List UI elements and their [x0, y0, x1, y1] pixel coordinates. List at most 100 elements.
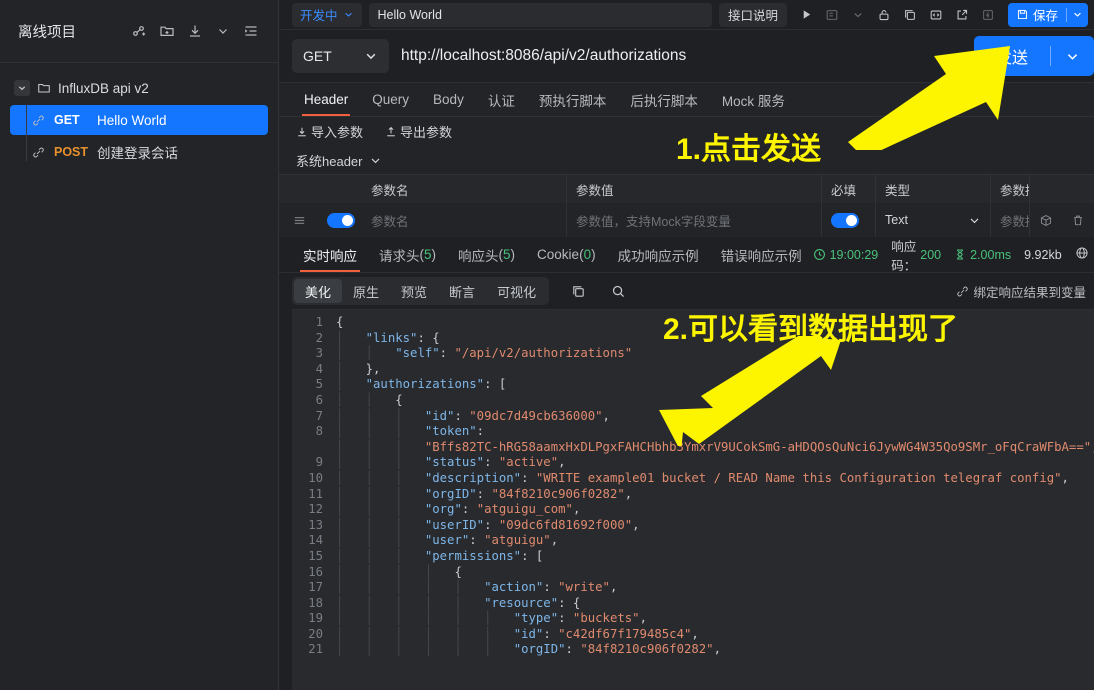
column-header-name: 参数名 — [362, 175, 567, 203]
response-tab-error-example[interactable]: 错误响应示例 — [710, 237, 813, 272]
request-name-input[interactable]: Hello World — [368, 2, 712, 27]
import-icon[interactable] — [182, 18, 208, 44]
case-icon[interactable] — [820, 3, 845, 27]
lightning-icon[interactable] — [976, 3, 1001, 27]
send-dropdown-toggle[interactable] — [1051, 36, 1094, 76]
hourglass-icon — [957, 249, 964, 260]
tab-body[interactable]: Body — [421, 83, 476, 116]
code-line: │ "authorizations": [ — [336, 377, 507, 392]
export-params-button[interactable]: 导出参数 — [385, 122, 452, 141]
code-line: │ │ │ "description": "WRITE example01 bu… — [336, 470, 1069, 485]
url-input[interactable]: http://localhost:8086/api/v2/authorizati… — [389, 39, 968, 73]
column-header-spacer-2 — [1062, 175, 1094, 203]
drag-handle[interactable] — [279, 203, 319, 237]
tab-header[interactable]: Header — [292, 83, 360, 116]
chevron-down-icon[interactable] — [14, 80, 30, 96]
code-line: │ │ │ │ │ "action": "write", — [336, 580, 618, 595]
format-button-visualize[interactable]: 可视化 — [486, 279, 547, 303]
response-tab-response-headers[interactable]: 响应头(5) — [447, 237, 526, 272]
response-duration-value: 2.00ms — [970, 247, 1012, 262]
response-tab-request-headers[interactable]: 请求头(5) — [368, 237, 447, 272]
import-params-button[interactable]: 导入参数 — [296, 122, 363, 141]
save-button-label: 保存 — [1032, 9, 1058, 23]
response-body-code[interactable]: {│ "links": {│ │ "self": "/api/v2/author… — [332, 310, 1094, 690]
response-tab-success-example[interactable]: 成功响应示例 — [607, 237, 710, 272]
column-header-required: 必填 — [822, 175, 876, 203]
save-button[interactable]: 保存 — [1007, 2, 1088, 27]
globe-icon[interactable] — [1075, 246, 1089, 263]
response-tab-realtime[interactable]: 实时响应 — [292, 237, 368, 272]
format-button-preview[interactable]: 预览 — [390, 279, 438, 303]
copy-icon[interactable] — [898, 3, 923, 27]
sidebar-item-create-session[interactable]: POST 创建登录会话 — [10, 137, 268, 167]
code-icon[interactable] — [924, 3, 949, 27]
response-tab-cookie[interactable]: Cookie(0) — [526, 237, 607, 272]
param-mock-icon[interactable] — [1030, 203, 1062, 237]
import-icon — [298, 127, 306, 136]
code-line: │ │ │ "orgID": "84f8210c906f0282", — [336, 486, 633, 501]
environment-selector[interactable]: 开发中 — [292, 2, 362, 27]
send-button[interactable]: 发送 — [973, 36, 1094, 76]
send-button-main[interactable]: 发送 — [974, 36, 1050, 76]
share-external-icon[interactable] — [950, 3, 975, 27]
line-number: 11 — [308, 486, 323, 501]
unlock-icon[interactable] — [872, 3, 897, 27]
save-button-main[interactable]: 保存 — [1008, 3, 1066, 27]
tree-folder-influxdb[interactable]: InfluxDB api v2 — [0, 73, 278, 103]
chevron-down-icon[interactable] — [846, 3, 871, 27]
run-icon[interactable] — [794, 3, 819, 27]
clock-icon — [813, 249, 825, 260]
response-tab-label: 实时响应 — [303, 248, 357, 264]
method-select[interactable]: GET — [292, 39, 389, 73]
sidebar: 离线项目 InfluxDB api v2 GET Hello World POS… — [0, 0, 279, 690]
api-doc-button[interactable]: 接口说明 — [718, 2, 787, 27]
column-header-type-label: 类型 — [885, 183, 911, 198]
column-header-value: 参数值 — [567, 175, 822, 203]
response-status-code: 200 — [920, 247, 942, 262]
save-icon — [1017, 9, 1028, 20]
share-node-icon[interactable] — [126, 18, 152, 44]
new-folder-icon[interactable] — [154, 18, 180, 44]
format-button-beautify[interactable]: 美化 — [294, 279, 343, 303]
tab-auth[interactable]: 认证 — [476, 83, 527, 116]
format-button-group: 美化 原生 预览 断言 可视化 — [292, 277, 550, 305]
sidebar-item-hello-world[interactable]: GET Hello World — [10, 105, 268, 135]
send-button-label: 发送 — [995, 50, 1028, 67]
bind-response-variable-button[interactable]: 绑定响应结果到变量 — [956, 282, 1086, 301]
row-enabled-toggle[interactable] — [319, 203, 362, 237]
toggle-switch[interactable] — [831, 212, 859, 228]
param-type-select[interactable]: Text — [876, 203, 991, 237]
param-delete-icon[interactable] — [1062, 203, 1094, 237]
sidebar-header: 离线项目 — [0, 0, 278, 62]
search-icon[interactable] — [603, 277, 633, 305]
folder-icon — [37, 81, 51, 95]
format-button-raw[interactable]: 原生 — [342, 279, 390, 303]
param-value-input[interactable]: 参数值，支持Mock字段变量 — [567, 203, 822, 237]
copy-icon[interactable] — [563, 277, 593, 305]
chevron-down-icon[interactable] — [210, 18, 236, 44]
sidebar-item-label: Hello World — [97, 112, 167, 128]
tab-post-script[interactable]: 后执行脚本 — [618, 83, 710, 116]
code-line: │ │ { — [336, 392, 403, 407]
annotation-step-1: 1.点击发送 — [676, 133, 822, 166]
bind-response-variable-label: 绑定响应结果到变量 — [973, 285, 1086, 300]
tab-pre-script[interactable]: 预执行脚本 — [527, 83, 619, 116]
param-name-input[interactable]: 参数名 — [362, 203, 567, 237]
format-button-assert[interactable]: 断言 — [438, 279, 486, 303]
save-dropdown-toggle[interactable] — [1067, 3, 1088, 27]
response-body-viewer[interactable]: 12345678 9 10 11 12 13 14 15 16 17 18 19 20 21 {│ "l… — [292, 309, 1094, 690]
collapse-panel-icon[interactable] — [238, 18, 264, 44]
line-number: 2 — [315, 330, 323, 345]
tab-query[interactable]: Query — [360, 83, 421, 116]
export-icon — [387, 126, 395, 136]
method-badge: POST — [54, 145, 89, 159]
line-number: 7 — [315, 408, 323, 423]
line-number: 3 — [315, 346, 323, 361]
code-line: │ │ │ "userID": "09dc6fd81692f000", — [336, 517, 640, 532]
param-description-input[interactable]: 参数描述,用于生成文 — [991, 203, 1030, 237]
tab-mock-service[interactable]: Mock 服务 — [710, 83, 797, 116]
toggle-switch[interactable] — [326, 212, 355, 228]
param-required-toggle[interactable] — [822, 203, 876, 237]
method-badge: GET — [54, 113, 80, 127]
response-tab-count: 5 — [424, 247, 432, 262]
